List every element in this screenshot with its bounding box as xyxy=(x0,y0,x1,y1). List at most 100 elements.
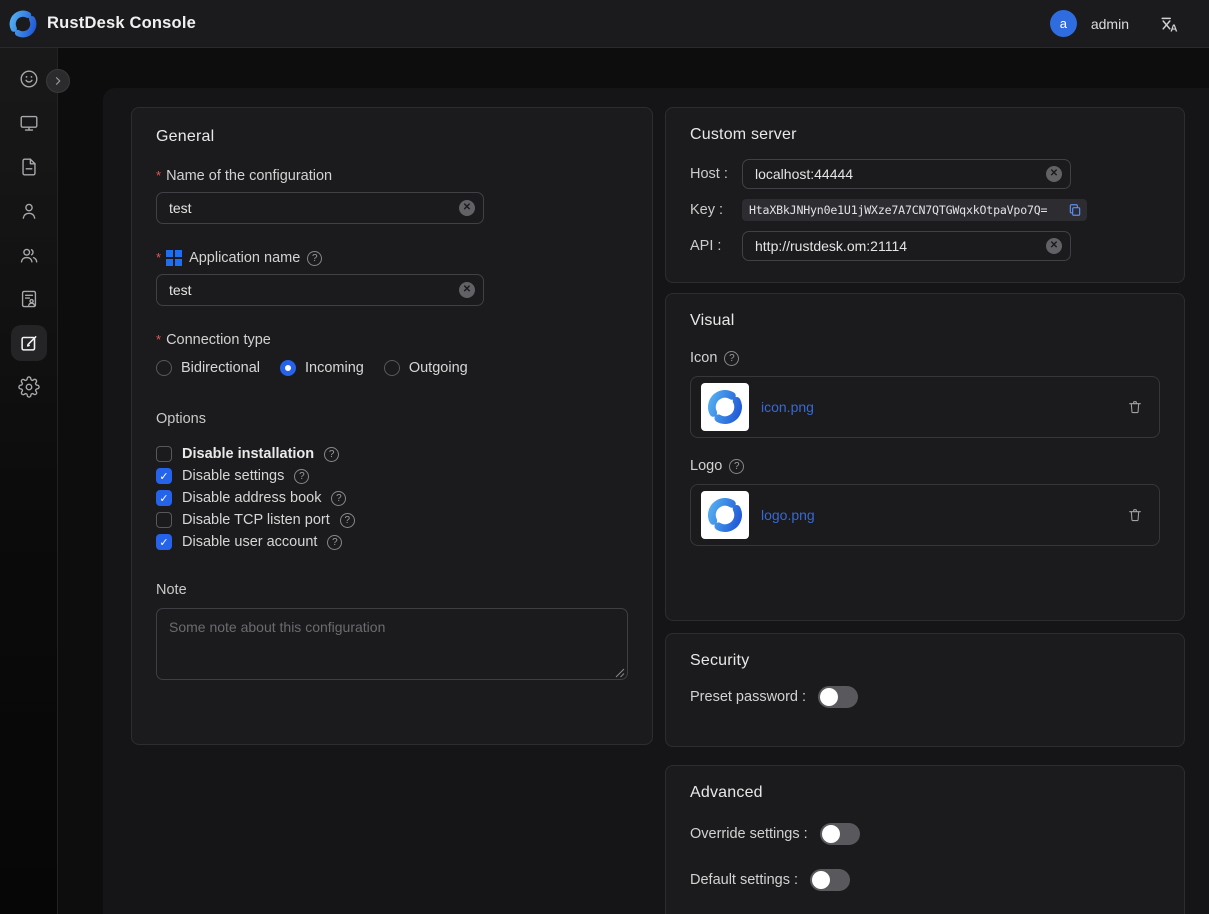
sidebar xyxy=(0,48,58,914)
option-help-icon[interactable]: ? xyxy=(294,469,309,484)
app-name-help-icon[interactable]: ? xyxy=(307,251,322,266)
rustdesk-logo-icon xyxy=(8,9,38,39)
server-key-value: HtaXBkJNHyn0e1U1jWXze7A7CN7QTGWqxkOtpaVp… xyxy=(749,203,1063,217)
application-name-input[interactable] xyxy=(156,274,484,306)
clear-api-icon[interactable]: ✕ xyxy=(1046,238,1062,254)
default-settings-toggle[interactable] xyxy=(810,869,850,891)
delete-icon-trash-icon[interactable] xyxy=(1127,399,1143,415)
sidebar-item-devices[interactable] xyxy=(0,101,57,145)
sidebar-item-groups[interactable] xyxy=(0,233,57,277)
brand: RustDesk Console xyxy=(8,9,196,39)
radio-circle-icon xyxy=(280,360,296,376)
logo-thumbnail xyxy=(701,491,749,539)
security-card: Security Preset password : xyxy=(665,633,1185,747)
checkbox-icon: ✓ xyxy=(156,490,172,506)
checkbox-icon: ✓ xyxy=(156,446,172,462)
option-help-icon[interactable]: ? xyxy=(327,535,342,550)
note-textarea[interactable] xyxy=(156,608,628,680)
advanced-card: Advanced Override settings : Default set… xyxy=(665,765,1185,914)
users-icon xyxy=(18,244,40,266)
sidebar-expand-button[interactable] xyxy=(46,69,70,93)
radio-incoming[interactable]: Incoming xyxy=(280,360,364,376)
option-help-icon[interactable]: ? xyxy=(340,513,355,528)
icon-help-icon[interactable]: ? xyxy=(724,351,739,366)
option-disable-tcp-listen-port[interactable]: ✓ Disable TCP listen port ? xyxy=(156,509,628,531)
icon-file-box: icon.png xyxy=(690,376,1160,438)
username[interactable]: admin xyxy=(1091,16,1129,32)
visual-title: Visual xyxy=(690,312,1160,330)
logo-upload-label: Logo ? xyxy=(690,458,1160,474)
default-settings-label: Default settings : xyxy=(690,872,798,888)
server-key-chip: HtaXBkJNHyn0e1U1jWXze7A7CN7QTGWqxkOtpaVp… xyxy=(742,199,1087,221)
main-panel: General * Name of the configuration ✕ * … xyxy=(103,88,1209,914)
svg-text:A: A xyxy=(1170,23,1177,34)
monitor-icon xyxy=(18,112,40,134)
icon-thumbnail xyxy=(701,383,749,431)
note-label: Note xyxy=(156,582,628,598)
connection-type-label: * Connection type xyxy=(156,332,628,348)
host-label: Host : xyxy=(690,166,742,182)
radio-circle-icon xyxy=(384,360,400,376)
option-disable-address-book[interactable]: ✓ Disable address book ? xyxy=(156,487,628,509)
windows-logo-icon xyxy=(166,250,182,266)
radio-outgoing[interactable]: Outgoing xyxy=(384,360,468,376)
gear-icon xyxy=(18,376,40,398)
sidebar-item-users[interactable] xyxy=(0,189,57,233)
document-user-icon xyxy=(18,288,40,310)
avatar[interactable]: a xyxy=(1050,10,1077,37)
option-disable-user-account[interactable]: ✓ Disable user account ? xyxy=(156,531,628,553)
required-asterisk: * xyxy=(156,332,161,347)
clear-host-icon[interactable]: ✕ xyxy=(1046,166,1062,182)
icon-upload-label: Icon ? xyxy=(690,350,1160,366)
custom-server-card: Custom server Host : ✕ Key : HtaXBkJNHyn… xyxy=(665,107,1185,283)
radio-circle-icon xyxy=(156,360,172,376)
icon-filename-link[interactable]: icon.png xyxy=(761,399,1115,415)
name-field-label: * Name of the configuration xyxy=(156,168,628,184)
sidebar-item-logs[interactable] xyxy=(0,145,57,189)
key-label: Key : xyxy=(690,202,742,218)
clear-application-name-icon[interactable]: ✕ xyxy=(459,282,475,298)
preset-password-toggle[interactable] xyxy=(818,686,858,708)
edit-icon xyxy=(18,332,40,354)
copy-key-icon[interactable] xyxy=(1068,203,1082,217)
visual-card: Visual Icon ? xyxy=(665,293,1185,621)
general-card: General * Name of the configuration ✕ * … xyxy=(131,107,653,745)
document-icon xyxy=(18,156,40,178)
config-name-input[interactable] xyxy=(156,192,484,224)
option-disable-settings[interactable]: ✓ Disable settings ? xyxy=(156,465,628,487)
option-disable-installation[interactable]: ✓ Disable installation ? xyxy=(156,443,628,465)
required-asterisk: * xyxy=(156,250,161,265)
sidebar-item-settings[interactable] xyxy=(0,365,57,409)
host-input[interactable] xyxy=(742,159,1071,189)
chevron-right-icon xyxy=(52,75,64,87)
security-title: Security xyxy=(690,652,1160,670)
general-card-title: General xyxy=(156,128,628,146)
connection-type-radio-group: Bidirectional Incoming Outgoing xyxy=(156,360,628,376)
translate-icon[interactable]: A xyxy=(1159,14,1179,34)
user-icon xyxy=(18,200,40,222)
app-title: RustDesk Console xyxy=(47,14,196,33)
checkbox-icon: ✓ xyxy=(156,512,172,528)
checkbox-icon: ✓ xyxy=(156,534,172,550)
clear-config-name-icon[interactable]: ✕ xyxy=(459,200,475,216)
radio-bidirectional[interactable]: Bidirectional xyxy=(156,360,260,376)
override-settings-label: Override settings : xyxy=(690,826,808,842)
topbar: RustDesk Console a admin A xyxy=(0,0,1209,48)
delete-logo-trash-icon[interactable] xyxy=(1127,507,1143,523)
sidebar-item-audit[interactable] xyxy=(0,277,57,321)
required-asterisk: * xyxy=(156,168,161,183)
options-section-label: Options xyxy=(156,411,628,427)
logo-file-box: logo.png xyxy=(690,484,1160,546)
logo-filename-link[interactable]: logo.png xyxy=(761,507,1115,523)
override-settings-toggle[interactable] xyxy=(820,823,860,845)
custom-server-title: Custom server xyxy=(690,126,1160,144)
app-name-field-label: * Application name ? xyxy=(156,250,628,266)
logo-help-icon[interactable]: ? xyxy=(729,459,744,474)
api-input[interactable] xyxy=(742,231,1071,261)
sidebar-item-custom-client[interactable] xyxy=(0,321,57,365)
content-area: General * Name of the configuration ✕ * … xyxy=(58,48,1209,914)
checkbox-icon: ✓ xyxy=(156,468,172,484)
preset-password-label: Preset password : xyxy=(690,689,806,705)
option-help-icon[interactable]: ? xyxy=(331,491,346,506)
option-help-icon[interactable]: ? xyxy=(324,447,339,462)
